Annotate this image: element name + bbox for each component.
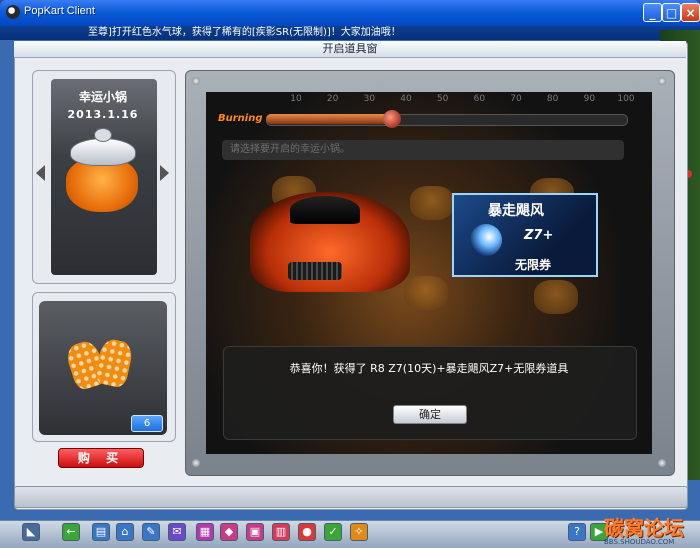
close-button[interactable]: ×	[681, 3, 700, 22]
gift-icon[interactable]: ▣	[246, 523, 264, 541]
kart-icon[interactable]: ◆	[220, 523, 238, 541]
maximize-button[interactable]: □	[662, 3, 681, 22]
ticket-model: Z7+	[524, 228, 554, 243]
ticket-orb-icon	[470, 224, 502, 256]
gauge-tick-label: 70	[510, 94, 522, 104]
minimize-button[interactable]: _	[643, 3, 662, 22]
window-title: PopKart Client	[24, 5, 95, 17]
lucky-pot-lid	[70, 138, 136, 166]
race-car-grill	[288, 262, 342, 280]
gauge-tick-label: 30	[363, 94, 376, 104]
title-bar: PopKart Client	[0, 0, 700, 26]
home-menu-icon[interactable]: ◣	[22, 523, 40, 541]
gauge-tick-label: 50	[436, 94, 449, 104]
prev-item-arrow-icon[interactable]	[36, 165, 45, 181]
gauge-tick-label: 100	[617, 94, 635, 104]
gauge-tick-label: 10	[290, 94, 302, 104]
gauge-tick-label: 40	[400, 94, 412, 104]
forum-watermark-url: BBS.SHOUDAO.COM	[604, 538, 675, 546]
app-icon	[6, 5, 20, 19]
background-pot-icon	[534, 280, 578, 314]
background-pot-icon	[404, 276, 448, 310]
gauge-tick-label: 20	[326, 94, 339, 104]
settings-icon[interactable]: ✧	[350, 523, 368, 541]
help-icon[interactable]: ?	[568, 523, 586, 541]
background-pot-icon	[410, 186, 454, 220]
announcement-marquee: 至尊]打开红色水气球，获得了稀有的[疾影SR(无限制)]！大家加油哦！	[0, 26, 700, 40]
burning-label: Burning	[218, 113, 263, 124]
ticket-subtitle: 无限券	[515, 258, 552, 272]
back-icon[interactable]: ←	[62, 523, 80, 541]
next-item-arrow-icon[interactable]	[160, 165, 169, 181]
burning-gauge-fill	[266, 114, 392, 124]
item-date: 2013.1.16	[67, 108, 139, 121]
save-icon[interactable]: ▤	[92, 523, 110, 541]
lucky-pot-icon	[66, 158, 138, 212]
burning-gauge-knob	[383, 110, 401, 128]
forum-watermark: 碳窝论坛	[604, 516, 684, 540]
chat-icon[interactable]: ✓	[324, 523, 342, 541]
panel-footer	[14, 486, 688, 508]
message-icon[interactable]: ✉	[168, 523, 186, 541]
item-name: 幸运小锅	[78, 90, 127, 104]
book-icon[interactable]: ▥	[272, 523, 290, 541]
race-car-windshield	[290, 196, 360, 224]
gauge-tick-label: 60	[473, 94, 486, 104]
confirm-button[interactable]: 确定	[393, 405, 467, 424]
house-icon[interactable]: ⌂	[116, 523, 134, 541]
reward-message: 恭喜你！获得了 R8 Z7(10天)+暴走飓风Z7+无限券道具	[289, 362, 569, 375]
wrench-icon[interactable]: ✎	[142, 523, 160, 541]
buy-button[interactable]: 购 买	[58, 448, 144, 468]
lucky-pot-knob	[94, 128, 112, 142]
gauge-tick-label: 80	[546, 94, 559, 104]
quantity-badge: 6	[131, 415, 163, 432]
ticket-title: 暴走飓风	[488, 203, 544, 219]
shop-icon[interactable]: ▦	[196, 523, 214, 541]
panel-title: 开启道具窗	[14, 41, 686, 58]
gauge-tick-label: 90	[583, 94, 596, 104]
select-prompt: 请选择要开启的幸运小锅。	[222, 140, 624, 160]
announcement-text: 至尊]打开红色水气球，获得了稀有的[疾影SR(无限制)]！大家加油哦！	[88, 27, 401, 38]
friends-icon[interactable]: ●	[298, 523, 316, 541]
